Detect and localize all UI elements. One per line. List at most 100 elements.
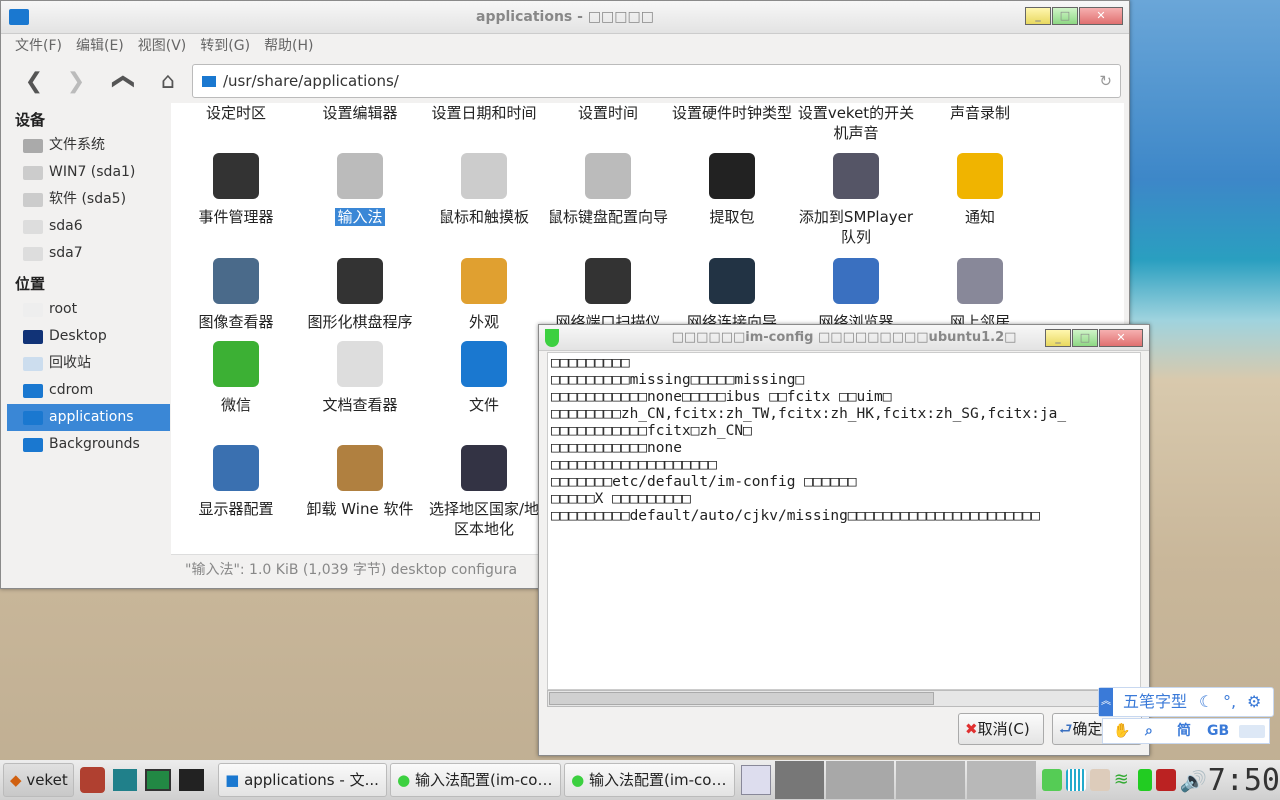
app-item[interactable]: 声音录制: [918, 103, 1042, 123]
sidebar-place-item[interactable]: cdrom: [7, 377, 170, 404]
app-item[interactable]: 设定时区: [174, 103, 298, 123]
sidebar-place-item[interactable]: Desktop: [7, 323, 170, 350]
menu-view[interactable]: 视图(V): [138, 34, 187, 58]
sidebar-place-item[interactable]: applications: [7, 404, 170, 431]
up-button[interactable]: ❯: [110, 67, 135, 97]
app-label: 图形化棋盘程序: [307, 313, 413, 331]
barcode-icon[interactable]: [1065, 769, 1086, 791]
task-im-config-1[interactable]: ● 输入法配置(im-co…: [390, 763, 562, 797]
show-desktop-icon[interactable]: [741, 765, 771, 795]
folder-icon: [461, 341, 507, 387]
battery-icon[interactable]: [1137, 769, 1152, 791]
app-item[interactable]: 卸载 Wine 软件: [298, 445, 422, 519]
drive-icon: [23, 246, 43, 261]
app-item[interactable]: 提取包: [670, 153, 794, 227]
home-button[interactable]: ⌂: [153, 69, 183, 94]
drive-icon[interactable]: [113, 769, 137, 791]
app-item[interactable]: 文档查看器: [298, 341, 422, 415]
menu-edit[interactable]: 编辑(E): [76, 34, 124, 58]
hand-icon[interactable]: ✋: [1113, 719, 1130, 743]
app-label: 鼠标键盘配置向导: [547, 208, 668, 226]
task-applications[interactable]: ■ applications - 文...: [218, 763, 388, 797]
message-line: □□□□□□□□□□□□□□□□□□□: [551, 457, 717, 473]
clipboard-icon[interactable]: [1089, 769, 1110, 791]
app-item[interactable]: 设置硬件时钟类型: [670, 103, 794, 123]
app-item[interactable]: 网络连接向导: [670, 258, 794, 332]
installer-icon[interactable]: [79, 767, 106, 793]
title-bar[interactable]: applications - □□□□□ _ □ ✕: [1, 1, 1129, 34]
app-item[interactable]: 添加到SMPlayer 队列: [794, 153, 918, 247]
close-button[interactable]: ✕: [1099, 329, 1143, 347]
menu-help[interactable]: 帮助(H): [264, 34, 313, 58]
shield-icon[interactable]: [1155, 769, 1176, 791]
collapse-button[interactable]: ︽: [1099, 688, 1113, 716]
maximize-button[interactable]: □: [1052, 7, 1078, 25]
reload-icon[interactable]: ↻: [1099, 65, 1112, 97]
app-item[interactable]: 网络端口扫描仪: [546, 258, 670, 332]
sidebar-device-item[interactable]: sda7: [7, 240, 170, 267]
sidebar-device-item[interactable]: 文件系统: [7, 132, 170, 159]
sidebar-place-item[interactable]: root: [7, 296, 170, 323]
back-button[interactable]: ❮: [19, 69, 49, 94]
sidebar-place-item[interactable]: 回收站: [7, 350, 170, 377]
charset-toggle[interactable]: GB: [1207, 719, 1229, 743]
message-line: □□□□□□□□□□□fcitx□zh_CN□: [551, 423, 752, 439]
punctuation-icon[interactable]: °,: [1223, 688, 1236, 716]
sidebar-device-item[interactable]: sda6: [7, 213, 170, 240]
gear-icon: [213, 153, 259, 199]
dialog-title-bar[interactable]: □□□□□□im-config □□□□□□□□□ubuntu1.2□ _ □ ✕: [539, 325, 1149, 351]
wine-box-icon: [337, 445, 383, 491]
terminal-icon[interactable]: [178, 769, 205, 791]
app-item[interactable]: 图像查看器: [174, 258, 298, 332]
volume-icon[interactable]: 🔊: [1180, 769, 1205, 793]
minimize-button[interactable]: _: [1045, 329, 1071, 347]
input-method-name[interactable]: 五笔字型: [1123, 688, 1187, 716]
app-item[interactable]: 外观: [422, 258, 546, 332]
start-button[interactable]: ◆ veket: [3, 763, 74, 797]
maximize-button[interactable]: □: [1072, 329, 1098, 347]
app-item[interactable]: 图形化棋盘程序: [298, 258, 422, 332]
status-green-icon[interactable]: [1041, 769, 1062, 791]
app-item[interactable]: 鼠标键盘配置向导: [546, 153, 670, 227]
workspace-2[interactable]: [825, 761, 895, 799]
close-button[interactable]: ✕: [1079, 7, 1123, 25]
address-bar[interactable]: /usr/share/applications/ ↻: [192, 64, 1121, 98]
drive-icon: [23, 219, 43, 234]
app-item[interactable]: 网络浏览器: [794, 258, 918, 332]
app-item[interactable]: 微信: [174, 341, 298, 415]
app-item[interactable]: 输入法: [298, 153, 422, 227]
app-item[interactable]: 网上邻居: [918, 258, 1042, 332]
gear-icon[interactable]: ⚙: [1247, 688, 1261, 716]
wifi-icon[interactable]: ≋: [1114, 769, 1134, 791]
menu-go[interactable]: 转到(G): [200, 34, 250, 58]
task-im-config-2[interactable]: ● 输入法配置(im-co…: [564, 763, 736, 797]
system-monitor-icon[interactable]: [144, 769, 171, 791]
scroll-thumb[interactable]: [549, 692, 934, 705]
menu-file[interactable]: 文件(F): [15, 34, 62, 58]
moon-icon[interactable]: ☾: [1199, 688, 1213, 716]
workspace-3[interactable]: [896, 761, 966, 799]
simplified-toggle[interactable]: 简: [1177, 719, 1191, 743]
cancel-button[interactable]: ✖取消(C): [958, 713, 1044, 745]
app-item[interactable]: 事件管理器: [174, 153, 298, 227]
keyboard-icon[interactable]: [1239, 725, 1265, 738]
app-item[interactable]: 设置时间: [546, 103, 670, 123]
sidebar-device-item[interactable]: WIN7 (sda1): [7, 159, 170, 186]
sidebar-place-item[interactable]: Backgrounds: [7, 431, 170, 458]
app-item[interactable]: 通知: [918, 153, 1042, 227]
app-item[interactable]: 鼠标和触摸板: [422, 153, 546, 227]
app-item[interactable]: 显示器配置: [174, 445, 298, 519]
workspace-1[interactable]: [774, 761, 824, 799]
horizontal-scrollbar[interactable]: [547, 690, 1141, 707]
app-item[interactable]: 设置veket的开关机声音: [794, 103, 918, 143]
forward-button[interactable]: ❯: [61, 69, 91, 94]
app-item[interactable]: 设置编辑器: [298, 103, 422, 123]
minimize-button[interactable]: _: [1025, 7, 1051, 25]
app-item[interactable]: 设置日期和时间: [422, 103, 546, 123]
sidebar-device-item[interactable]: 软件 (sda5): [7, 186, 170, 213]
app-item[interactable]: 选择地区国家/地区本地化: [422, 445, 546, 539]
sidebar-item-label: sda7: [49, 245, 83, 261]
search-icon[interactable]: ⌕: [1145, 719, 1153, 743]
workspace-4[interactable]: [967, 761, 1036, 799]
app-item[interactable]: 文件: [422, 341, 546, 415]
